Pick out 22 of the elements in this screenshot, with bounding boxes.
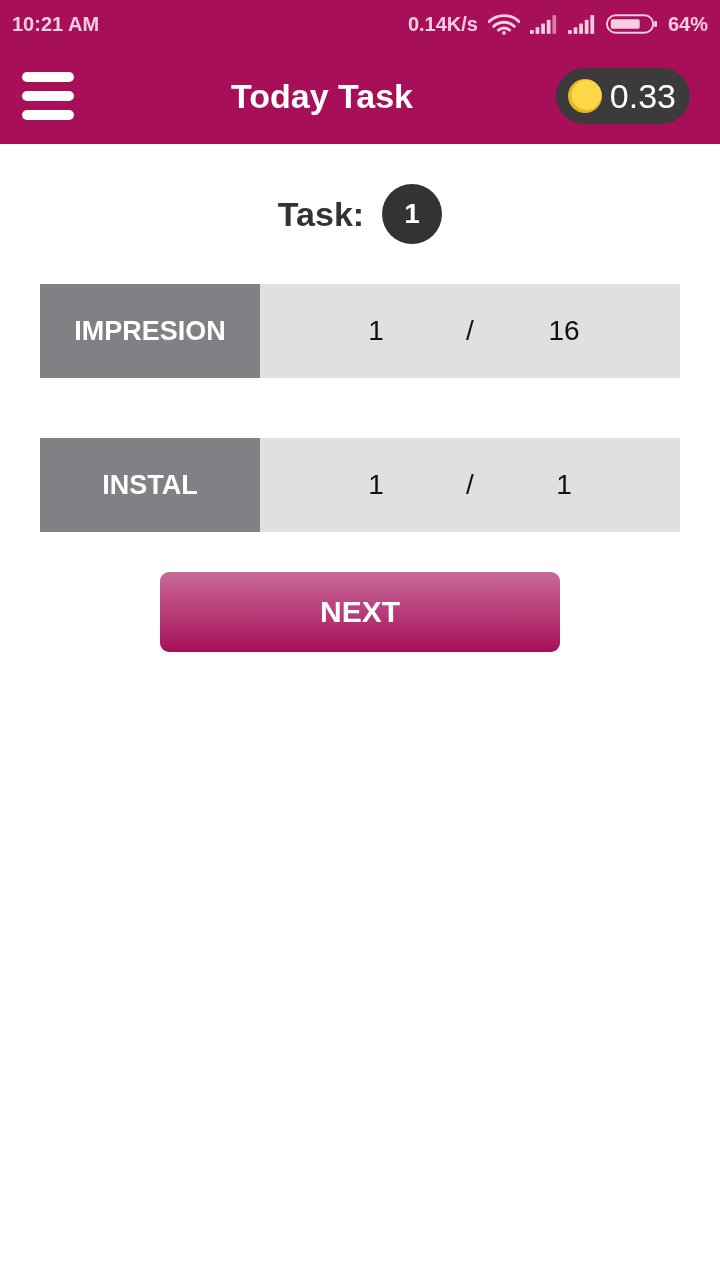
battery-percent: 64% bbox=[667, 12, 708, 36]
counter-label: INSTAL bbox=[40, 438, 260, 532]
coin-balance: 0.33 bbox=[609, 76, 676, 116]
page-title: Today Task bbox=[231, 76, 413, 116]
signal-icon bbox=[529, 14, 558, 34]
done-count: 1 bbox=[368, 469, 384, 501]
menu-icon[interactable] bbox=[22, 72, 74, 120]
count-separator: / bbox=[466, 469, 474, 501]
coin-icon bbox=[567, 79, 602, 113]
done-count: 1 bbox=[368, 315, 384, 347]
network-speed: 0.14K/s bbox=[407, 12, 478, 36]
total-count: 1 bbox=[556, 469, 572, 501]
battery-icon bbox=[605, 14, 658, 34]
status-time: 10:21 AM bbox=[12, 12, 100, 36]
total-count: 16 bbox=[548, 315, 580, 347]
counter-label: IMPRESION bbox=[40, 284, 260, 378]
wifi-icon bbox=[487, 13, 520, 35]
task-label: Task: bbox=[277, 194, 365, 234]
count-separator: / bbox=[466, 315, 474, 347]
signal-icon bbox=[567, 14, 596, 34]
next-button[interactable]: NEXT bbox=[160, 572, 560, 652]
task-number-badge: 1 bbox=[382, 184, 443, 244]
